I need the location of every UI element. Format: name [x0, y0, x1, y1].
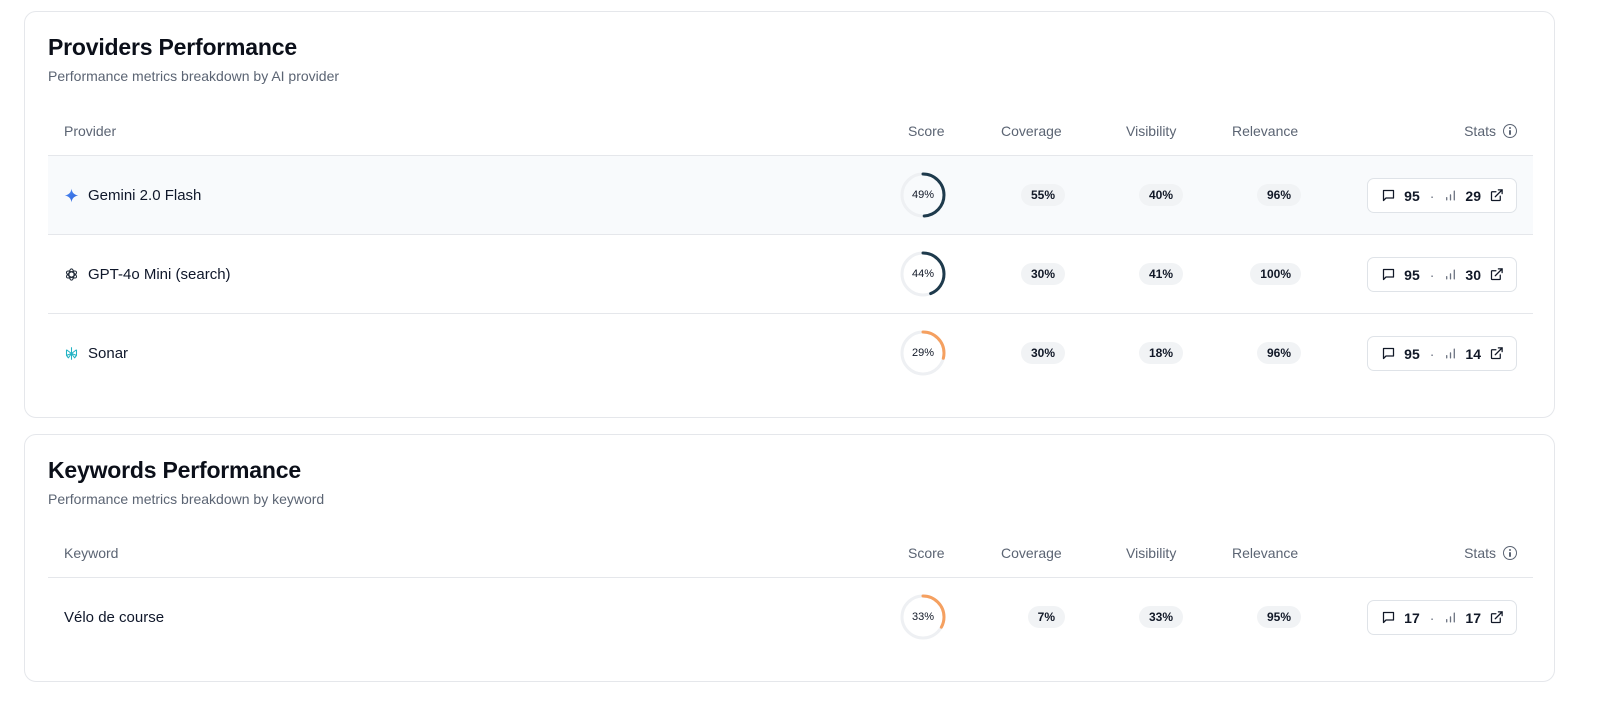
relevance-badge: 95% — [1256, 606, 1301, 628]
score-ring: 29% — [899, 329, 947, 377]
bar-chart-icon — [1446, 612, 1456, 623]
stats-messages-count: 95 — [1404, 345, 1420, 362]
message-icon — [1383, 189, 1395, 202]
provider-cell: Gemini 2.0 Flash — [64, 156, 201, 235]
header-stats-label: Stats — [1464, 123, 1496, 139]
separator-dot: · — [1429, 609, 1435, 626]
coverage-badge: 7% — [1027, 606, 1065, 628]
table-row[interactable]: GPT-4o Mini (search) 44% 30% 41% 100% 95… — [48, 235, 1533, 314]
providers-card-subtitle: Performance metrics breakdown by AI prov… — [48, 68, 340, 84]
info-icon[interactable] — [1503, 124, 1517, 138]
gemini-sparkle-icon — [64, 188, 79, 203]
header-coverage: Coverage — [1001, 545, 1062, 561]
visibility-badge: 33% — [1138, 606, 1183, 628]
header-relevance: Relevance — [1232, 545, 1299, 561]
header-provider: Provider — [64, 123, 117, 139]
providers-table-header: Provider Score Coverage Visibility Relev… — [48, 110, 1533, 156]
visibility-badge: 18% — [1138, 342, 1183, 364]
score-ring: 49% — [899, 171, 947, 219]
score-value: 29% — [911, 347, 935, 359]
header-relevance: Relevance — [1232, 123, 1299, 139]
stats-messages-count: 95 — [1404, 266, 1420, 283]
header-keyword: Keyword — [64, 545, 119, 561]
provider-name: Gemini 2.0 Flash — [88, 187, 202, 204]
keywords-table-body: Vélo de course 33% 7% 33% 95% 17 · 17 — [48, 578, 1533, 657]
keywords-performance-card: Keywords Performance Performance metrics… — [24, 434, 1555, 682]
coverage-badge: 55% — [1020, 184, 1065, 206]
separator-dot: · — [1429, 187, 1435, 204]
score-value: 49% — [911, 189, 935, 201]
header-stats-label: Stats — [1464, 545, 1496, 561]
providers-performance-card: Providers Performance Performance metric… — [24, 11, 1555, 418]
stats-button[interactable]: 95 · 30 — [1367, 257, 1517, 292]
message-icon — [1383, 268, 1395, 281]
table-row[interactable]: Vélo de course 33% 7% 33% 95% 17 · 17 — [48, 578, 1533, 657]
stats-mentions-count: 29 — [1465, 187, 1481, 204]
provider-name: GPT-4o Mini (search) — [88, 266, 231, 283]
coverage-badge: 30% — [1020, 263, 1065, 285]
info-icon[interactable] — [1503, 546, 1517, 560]
stats-button[interactable]: 95 · 29 — [1367, 178, 1517, 213]
stats-messages-count: 17 — [1404, 609, 1420, 626]
provider-cell: GPT-4o Mini (search) — [64, 235, 231, 314]
stats-mentions-count: 17 — [1465, 609, 1481, 626]
header-score: Score — [908, 545, 945, 561]
message-icon — [1383, 611, 1395, 624]
separator-dot: · — [1429, 345, 1435, 362]
keyword-cell: Vélo de course — [64, 578, 164, 657]
provider-name: Sonar — [88, 345, 129, 362]
header-stats: Stats — [1464, 545, 1517, 561]
bar-chart-icon — [1446, 190, 1456, 201]
stats-mentions-count: 14 — [1465, 345, 1481, 362]
visibility-badge: 40% — [1138, 184, 1183, 206]
keywords-table-header: Keyword Score Coverage Visibility Releva… — [48, 532, 1533, 578]
external-link-icon[interactable] — [1489, 188, 1504, 203]
relevance-badge: 96% — [1256, 184, 1301, 206]
score-ring: 33% — [899, 593, 947, 641]
bar-chart-icon — [1446, 269, 1456, 280]
bar-chart-icon — [1446, 348, 1456, 359]
keywords-card-title: Keywords Performance — [48, 457, 301, 483]
relevance-badge: 96% — [1256, 342, 1301, 364]
relevance-badge: 100% — [1250, 263, 1301, 285]
openai-logo-icon — [65, 268, 78, 281]
provider-cell: Sonar — [64, 314, 128, 393]
header-visibility: Visibility — [1126, 123, 1177, 139]
stats-mentions-count: 30 — [1465, 266, 1481, 283]
separator-dot: · — [1429, 266, 1435, 283]
providers-card-title: Providers Performance — [48, 34, 297, 60]
providers-table-body: Gemini 2.0 Flash 49% 55% 40% 96% 95 · 29 — [48, 156, 1533, 393]
keywords-card-subtitle: Performance metrics breakdown by keyword — [48, 491, 325, 507]
score-value: 33% — [911, 611, 935, 623]
header-stats: Stats — [1464, 123, 1517, 139]
stats-messages-count: 95 — [1404, 187, 1420, 204]
visibility-badge: 41% — [1138, 263, 1183, 285]
header-coverage: Coverage — [1001, 123, 1062, 139]
coverage-badge: 30% — [1020, 342, 1065, 364]
table-row[interactable]: Gemini 2.0 Flash 49% 55% 40% 96% 95 · 29 — [48, 156, 1533, 235]
header-visibility: Visibility — [1126, 545, 1177, 561]
perplexity-logo-icon — [65, 347, 78, 360]
message-icon — [1383, 347, 1395, 360]
score-ring: 44% — [899, 250, 947, 298]
table-row[interactable]: Sonar 29% 30% 18% 96% 95 · 14 — [48, 314, 1533, 393]
header-score: Score — [908, 123, 945, 139]
external-link-icon[interactable] — [1489, 267, 1504, 282]
external-link-icon[interactable] — [1489, 346, 1504, 361]
external-link-icon[interactable] — [1489, 610, 1504, 625]
stats-button[interactable]: 17 · 17 — [1367, 600, 1517, 635]
stats-button[interactable]: 95 · 14 — [1367, 336, 1517, 371]
score-value: 44% — [911, 268, 935, 280]
keyword-name: Vélo de course — [64, 609, 165, 626]
